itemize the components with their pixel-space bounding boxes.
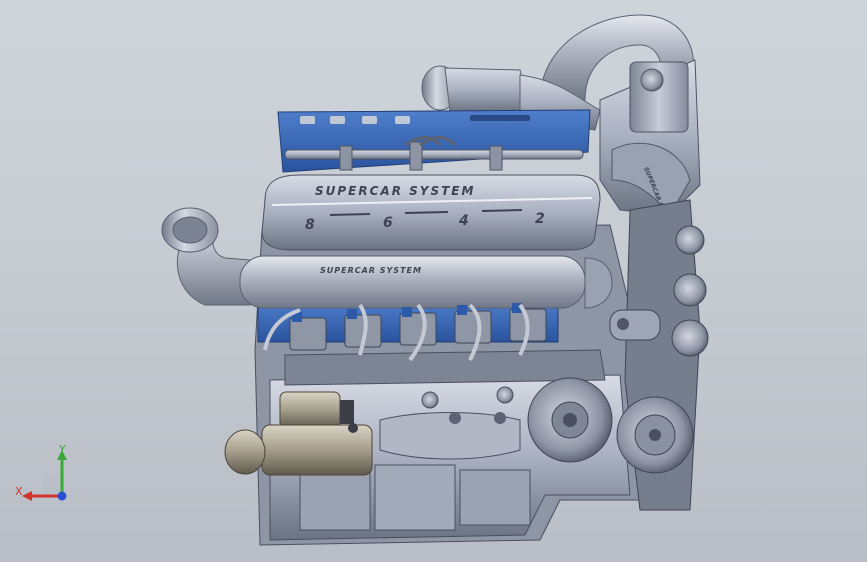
intake-tube-label: SUPERCAR SYSTEM [320,266,422,275]
cylinder-number: 4 [458,213,469,229]
coordinate-triad: Y X [15,443,67,501]
starter-motor[interactable] [224,391,373,476]
tensioner-pulley [673,273,707,307]
engine-model[interactable]: SUPERCAR SYSTEM SUPERCAR SYSTEM 8 6 4 2 … [0,0,867,562]
cylinder-number: 2 [535,211,545,227]
y-axis-label: Y [58,443,66,456]
intake-manifold[interactable] [277,109,591,173]
valve-cover-label: SUPERCAR SYSTEM [315,184,475,198]
x-axis-label: X [15,485,23,498]
cylinder-number: 6 [383,215,393,231]
water-pump-pulley [671,319,709,357]
valve-cover[interactable]: SUPERCAR SYSTEM 8 6 4 2 [261,174,601,251]
cylinder-number: 8 [305,217,315,233]
idler-pulley [675,225,705,255]
graphics-viewport[interactable]: SUPERCAR SYSTEM SUPERCAR SYSTEM 8 6 4 2 … [0,0,867,562]
z-axis-dot [57,491,67,501]
